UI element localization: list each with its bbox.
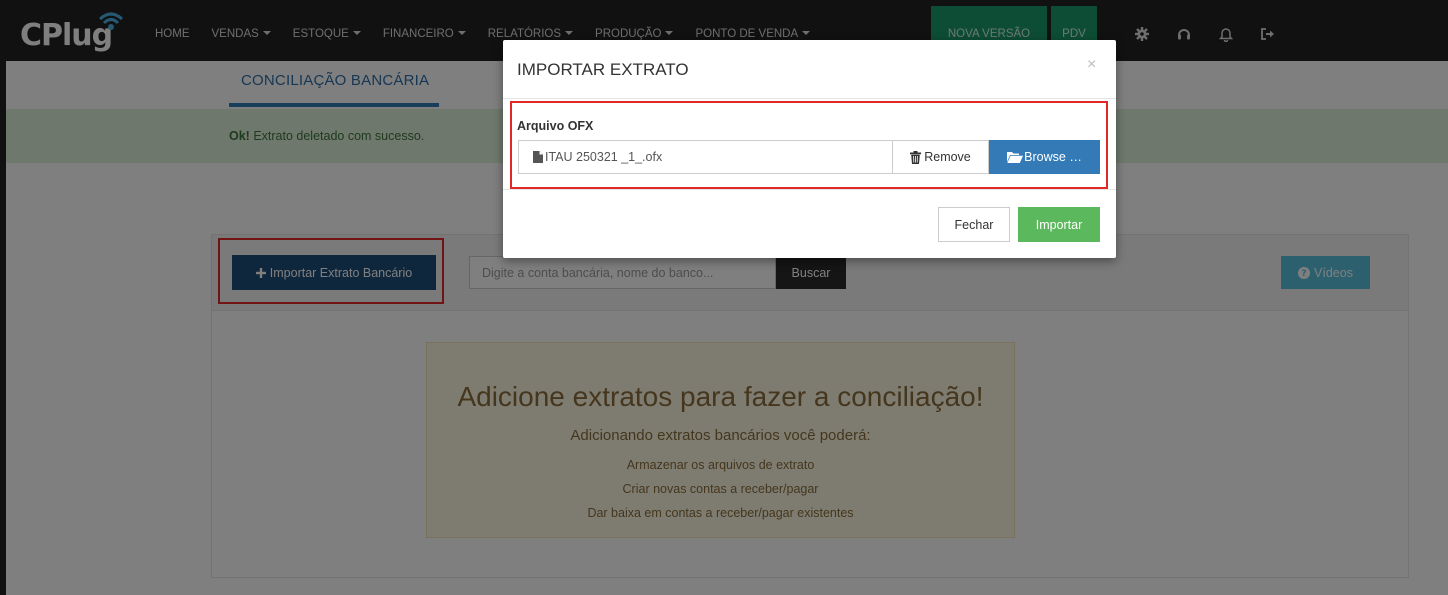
import-extrato-modal: IMPORTAR EXTRATO × Arquivo OFX ITAU 2503…: [503, 40, 1116, 258]
modal-title: IMPORTAR EXTRATO: [517, 60, 689, 79]
arquivo-ofx-label: Arquivo OFX: [517, 119, 594, 133]
modal-footer-divider: [503, 189, 1116, 190]
remove-button[interactable]: Remove: [892, 140, 989, 174]
remove-label: Remove: [924, 150, 971, 164]
browse-button[interactable]: Browse …: [989, 140, 1100, 174]
file-icon: [533, 151, 543, 163]
folder-open-icon: [1007, 152, 1024, 163]
browse-label: Browse …: [1024, 150, 1082, 164]
close-icon[interactable]: ×: [1087, 56, 1096, 74]
fechar-button[interactable]: Fechar: [938, 207, 1010, 242]
file-input[interactable]: ITAU 250321 _1_.ofx: [518, 140, 892, 174]
file-name: ITAU 250321 _1_.ofx: [545, 150, 663, 164]
trash-icon: [910, 150, 922, 164]
importar-button[interactable]: Importar: [1018, 207, 1100, 242]
modal-divider: [503, 98, 1116, 99]
